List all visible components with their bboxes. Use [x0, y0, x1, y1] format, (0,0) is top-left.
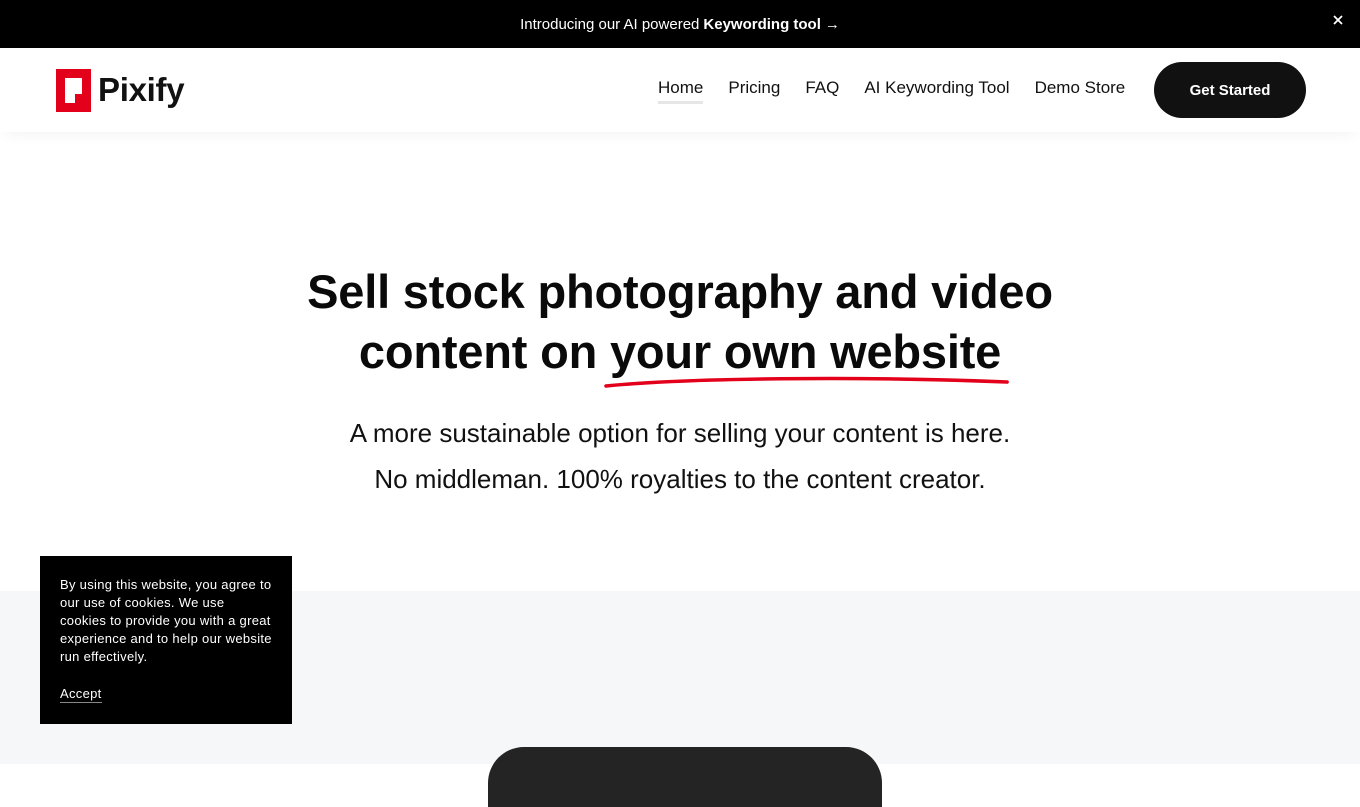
nav-demo-store[interactable]: Demo Store: [1035, 78, 1126, 104]
logo[interactable]: Pixify: [56, 68, 185, 112]
hero-title: Sell stock photography and video content…: [0, 262, 1360, 388]
cookie-text: By using this website, you agree to our …: [60, 577, 272, 664]
cookie-banner: By using this website, you agree to our …: [40, 556, 292, 724]
announcement-link[interactable]: Introducing our AI powered Keywording to…: [520, 16, 840, 33]
cookie-accept-button[interactable]: Accept: [60, 686, 102, 703]
site-header: Pixify Home Pricing FAQ AI Keywording To…: [0, 48, 1360, 132]
logo-text: Pixify: [98, 71, 185, 108]
get-started-button[interactable]: Get Started: [1154, 62, 1306, 118]
nav-pricing[interactable]: Pricing: [728, 78, 780, 104]
hero-title-line1: Sell stock photography and video: [307, 265, 1053, 318]
hero-subtitle-line2: No middleman. 100% royalties to the cont…: [374, 464, 986, 494]
red-underline-stroke: [604, 376, 1009, 388]
logo-mark-icon: [56, 68, 91, 112]
nav-faq[interactable]: FAQ: [805, 78, 839, 104]
hero-title-highlight: your own website: [609, 325, 1002, 378]
nav-home[interactable]: Home: [658, 78, 704, 104]
hero-title-line2-prefix: content on: [358, 325, 598, 378]
nav-ai-keywording-tool[interactable]: AI Keywording Tool: [864, 78, 1009, 104]
hero-subtitle-line1: A more sustainable option for selling yo…: [349, 418, 1011, 448]
dark-preview-panel: [488, 747, 882, 807]
arrow-right-icon: →: [824, 15, 840, 33]
main-nav: Home Pricing FAQ AI Keywording Tool Demo…: [658, 78, 1125, 104]
close-icon[interactable]: [1330, 12, 1346, 28]
hero-title-highlight-wrap: your own website: [604, 322, 1009, 388]
announcement-bold-text: Keywording tool: [703, 15, 821, 33]
announcement-bar: Introducing our AI powered Keywording to…: [0, 0, 1360, 48]
announcement-text: Introducing our AI powered: [520, 15, 700, 33]
